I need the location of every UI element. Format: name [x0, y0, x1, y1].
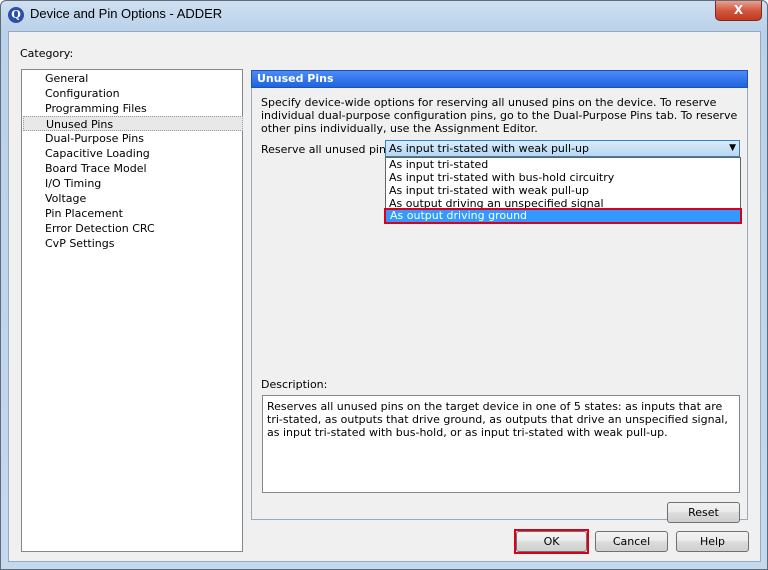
panel-intro-text: Specify device-wide options for reservin…	[261, 96, 738, 135]
category-item-error-detection-crc[interactable]: Error Detection CRC	[23, 221, 243, 236]
category-item-unused-pins[interactable]: Unused Pins	[23, 116, 243, 131]
dialog-client-area: Category: General Configuration Programm…	[8, 31, 761, 562]
ok-button[interactable]: OK	[516, 531, 587, 552]
category-list[interactable]: General Configuration Programming Files …	[21, 69, 243, 552]
category-item-capacitive-loading[interactable]: Capacitive Loading	[23, 146, 243, 161]
category-item-pin-placement[interactable]: Pin Placement	[23, 206, 243, 221]
category-item-dual-purpose-pins[interactable]: Dual-Purpose Pins	[23, 131, 243, 146]
reserve-pins-dropdown[interactable]: As input tri-stated with weak pull-up ▼	[385, 140, 740, 157]
close-button[interactable]: X	[715, 1, 762, 21]
category-item-voltage[interactable]: Voltage	[23, 191, 243, 206]
reserve-pins-options-list[interactable]: As input tri-stated As input tri-stated …	[384, 157, 742, 224]
panel-body: Specify device-wide options for reservin…	[251, 88, 748, 523]
help-button[interactable]: Help	[676, 531, 749, 552]
app-icon: Q	[8, 7, 24, 23]
category-item-io-timing[interactable]: I/O Timing	[23, 176, 243, 191]
description-text: Reserves all unused pins on the target d…	[262, 395, 740, 493]
category-item-programming-files[interactable]: Programming Files	[23, 101, 243, 116]
cancel-button[interactable]: Cancel	[595, 531, 668, 552]
chevron-down-icon[interactable]: ▼	[729, 141, 736, 156]
description-label: Description:	[261, 378, 328, 391]
category-item-general[interactable]: General	[23, 71, 243, 86]
reserve-pins-label: Reserve all unused pins:	[261, 143, 396, 156]
option-input-tri-stated-weak-pull-up[interactable]: As input tri-stated with weak pull-up	[386, 184, 740, 197]
category-item-cvp-settings[interactable]: CvP Settings	[23, 236, 243, 251]
title-bar[interactable]: Q Device and Pin Options - ADDER X	[1, 1, 767, 29]
unused-pins-panel: Unused Pins Specify device-wide options …	[251, 70, 748, 523]
panel-title: Unused Pins	[251, 70, 748, 88]
category-item-configuration[interactable]: Configuration	[23, 86, 243, 101]
option-output-driving-ground[interactable]: As output driving ground	[384, 208, 742, 224]
reserve-pins-value: As input tri-stated with weak pull-up	[389, 142, 589, 155]
option-input-tri-stated[interactable]: As input tri-stated	[386, 158, 740, 171]
category-label: Category:	[20, 47, 74, 60]
category-item-board-trace-model[interactable]: Board Trace Model	[23, 161, 243, 176]
reset-button[interactable]: Reset	[667, 502, 740, 523]
option-input-tri-stated-bus-hold[interactable]: As input tri-stated with bus-hold circui…	[386, 171, 740, 184]
window-title: Device and Pin Options - ADDER	[30, 6, 223, 21]
dialog-window: Q Device and Pin Options - ADDER X Categ…	[0, 0, 768, 570]
